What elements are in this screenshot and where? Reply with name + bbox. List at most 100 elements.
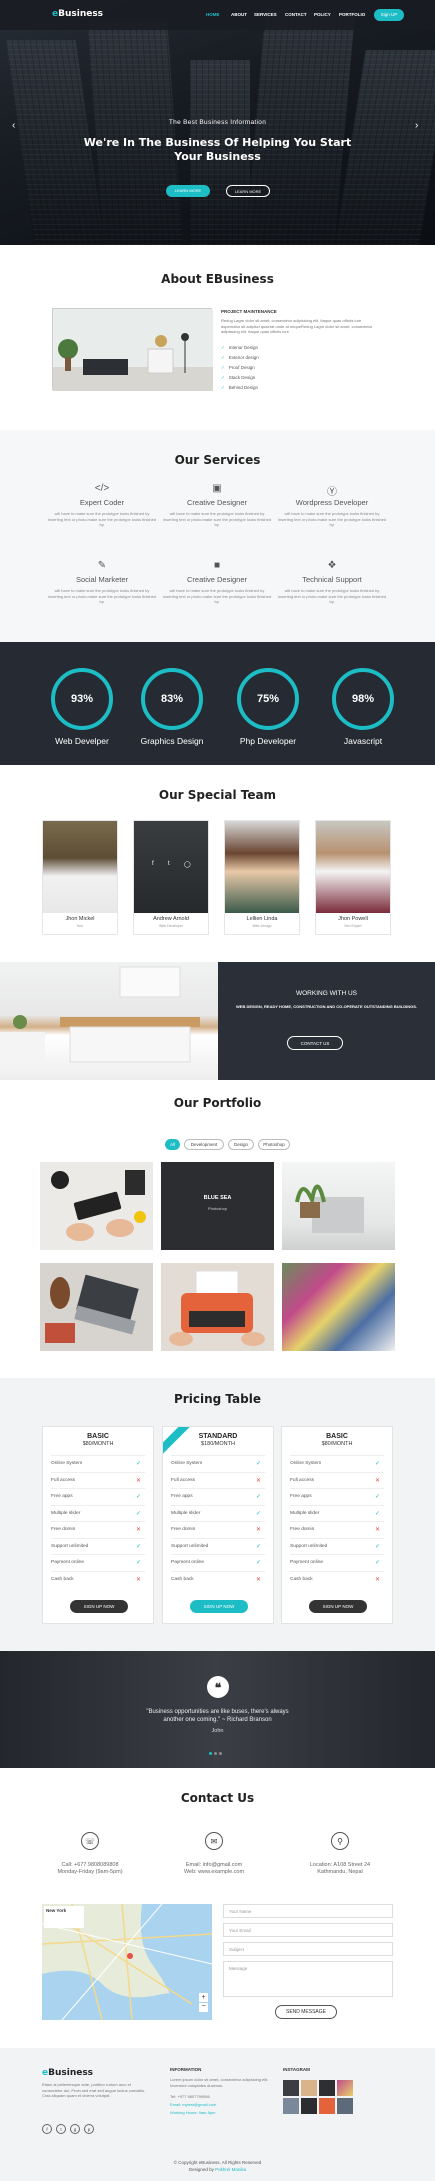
signup-now-button[interactable]: SIGN UP NOW [70, 1600, 128, 1613]
facebook-icon[interactable]: f [42, 2124, 52, 2134]
subject-field[interactable]: Subject [223, 1942, 393, 1956]
map[interactable]: New York + − [42, 1904, 212, 2020]
info-heading: INFORMATION [170, 2067, 202, 2072]
check-icon: ✓ [374, 1560, 380, 1566]
member-name: Jhon Powell [338, 916, 368, 922]
cross-icon: ✕ [255, 1477, 261, 1484]
filter-all[interactable]: All [165, 1139, 180, 1150]
check-icon: ✓ [374, 1543, 380, 1550]
team-card[interactable]: Jhon Powell Seo Expert [315, 820, 391, 935]
service-desc: will have to make sure the prototype loo… [277, 511, 387, 527]
hero-secondary-button[interactable]: LEARN MORE [226, 185, 270, 197]
name-field[interactable]: Your Name [223, 1904, 393, 1918]
feature-row: Payment online ✓ [51, 1554, 145, 1571]
feature-row: Support unlimited ✓ [290, 1537, 384, 1555]
portfolio-item[interactable] [282, 1263, 395, 1351]
service-desc: will have to make sure the prototype loo… [47, 588, 157, 604]
instagram-photo[interactable] [283, 2080, 299, 2096]
service-item: ❖ Technical Support will have to make su… [277, 560, 387, 605]
testimonial-dot[interactable] [214, 1752, 217, 1755]
instagram-photo[interactable] [319, 2080, 335, 2096]
google-plus-icon[interactable]: g [70, 2124, 80, 2134]
nav-contact[interactable]: CONTACT [285, 12, 307, 17]
footer-text: Etiam al pellentesque ante, porttitor ru… [42, 2082, 146, 2098]
zoom-in-icon[interactable]: + [199, 1993, 208, 2002]
nav-services[interactable]: SERVICES [254, 12, 277, 17]
hero-title: We're In The Business Of Helping You Sta… [0, 136, 435, 164]
instagram-photo[interactable] [283, 2098, 299, 2114]
footer-logo[interactable]: eBusiness [42, 2068, 93, 2078]
portfolio-item[interactable]: BLUE SEA Photoshop [161, 1162, 274, 1250]
phone-icon: ☏ [81, 1832, 99, 1850]
skill-circle: 98% [332, 668, 394, 730]
twitter-icon[interactable]: t [168, 861, 170, 867]
skill-label: Php Developer [239, 736, 297, 746]
team-card[interactable]: Lellien Linda Web Design [224, 820, 300, 935]
feature-label: Support unlimited [51, 1543, 89, 1549]
about-list-item: Interior Design [221, 345, 259, 355]
portfolio-item[interactable] [40, 1162, 153, 1250]
instagram-photo[interactable] [337, 2080, 353, 2096]
feature-row: Payment online ✓ [171, 1554, 265, 1571]
check-icon: ✓ [255, 1494, 261, 1500]
service-desc: will have to make sure the prototype loo… [162, 588, 272, 604]
instagram-photo[interactable] [319, 2098, 335, 2114]
portfolio-item[interactable] [161, 1263, 274, 1351]
check-icon: ✓ [374, 1510, 380, 1517]
filter-photoshop[interactable]: Photoshop [258, 1139, 290, 1150]
testimonial-dot[interactable] [209, 1752, 212, 1755]
team-card[interactable]: f t ◯ Andrew Arnold Web Developer [133, 820, 209, 935]
service-item: ■ Creative Designer will have to make su… [162, 560, 272, 605]
feature-row: Free domin ✕ [290, 1521, 384, 1538]
member-name: Andrew Arnold [153, 916, 189, 922]
pricing-card: STANDARD $180/MONTH Online System ✓ Full a… [162, 1426, 274, 1624]
feature-label: Multiple slider [171, 1510, 201, 1516]
instagram-icon[interactable]: ◯ [184, 861, 191, 868]
service-name: Creative Designer [186, 498, 248, 507]
email-field[interactable]: Your Email [223, 1923, 393, 1937]
footer: eBusiness Etiam al pellentesque ante, po… [0, 2048, 435, 2181]
logo[interactable]: eBusiness [52, 9, 103, 19]
pinterest-icon[interactable]: p [84, 2124, 94, 2134]
pricing-card: BASIC $80/MONTH Online System ✓ Full acces… [281, 1426, 393, 1624]
navbar: eBusiness HOME ABOUT SERVICES CONTACT PO… [0, 0, 435, 30]
contact-title: Contact Us [180, 1791, 255, 1805]
check-icon: ✓ [135, 1461, 141, 1467]
instagram-photo[interactable] [301, 2098, 317, 2114]
contact-us-button[interactable]: CONTACT US [287, 1036, 343, 1050]
about-text: Redug Lagre dolor sit amet, consectetur … [221, 318, 373, 334]
map-marker-icon: ⚲ [331, 1832, 349, 1850]
team-card[interactable]: Jhon Mickel Seo [42, 820, 118, 935]
filter-design[interactable]: Design [228, 1139, 254, 1150]
info-email[interactable]: Email: mytest@gmail.com [170, 2102, 280, 2108]
about-list-item: Behind Design [221, 385, 259, 395]
plan-name: BASIC [326, 1433, 348, 1440]
portfolio-item[interactable] [282, 1162, 395, 1250]
nav-portfolio[interactable]: PORTFOLIO [339, 12, 365, 17]
hero-primary-button[interactable]: LEARN MORE [166, 185, 210, 197]
signup-button[interactable]: Sign UP [374, 9, 404, 21]
portfolio-item[interactable] [40, 1263, 153, 1351]
feature-label: Free domin [171, 1527, 196, 1532]
check-icon: ✓ [255, 1510, 261, 1517]
testimonial-dot[interactable] [219, 1752, 222, 1755]
send-message-button[interactable]: SEND MESSAGE [275, 2005, 337, 2019]
signup-now-button[interactable]: SIGN UP NOW [309, 1600, 367, 1613]
plan-name: BASIC [87, 1433, 109, 1440]
message-field[interactable]: Message [223, 1961, 393, 1997]
filter-development[interactable]: Development [184, 1139, 224, 1150]
skill-label: Javascript [343, 736, 383, 746]
feature-label: Cash back [51, 1576, 74, 1582]
signup-now-button[interactable]: SIGN UP NOW [190, 1600, 248, 1613]
designer-link[interactable]: Pokhrel Manika [215, 2167, 246, 2172]
instagram-photo[interactable] [337, 2098, 353, 2114]
nav-home[interactable]: HOME [206, 12, 220, 17]
instagram-photo[interactable] [301, 2080, 317, 2096]
twitter-icon[interactable]: t [56, 2124, 66, 2134]
nav-about[interactable]: ABOUT [231, 12, 247, 17]
quote-line: "Business opportunities are like buses, … [146, 1709, 289, 1715]
nav-policy[interactable]: POLICY [314, 12, 331, 17]
feature-row: Support unlimited ✓ [171, 1537, 265, 1555]
zoom-out-icon[interactable]: − [199, 2003, 208, 2012]
facebook-icon[interactable]: f [152, 861, 154, 867]
